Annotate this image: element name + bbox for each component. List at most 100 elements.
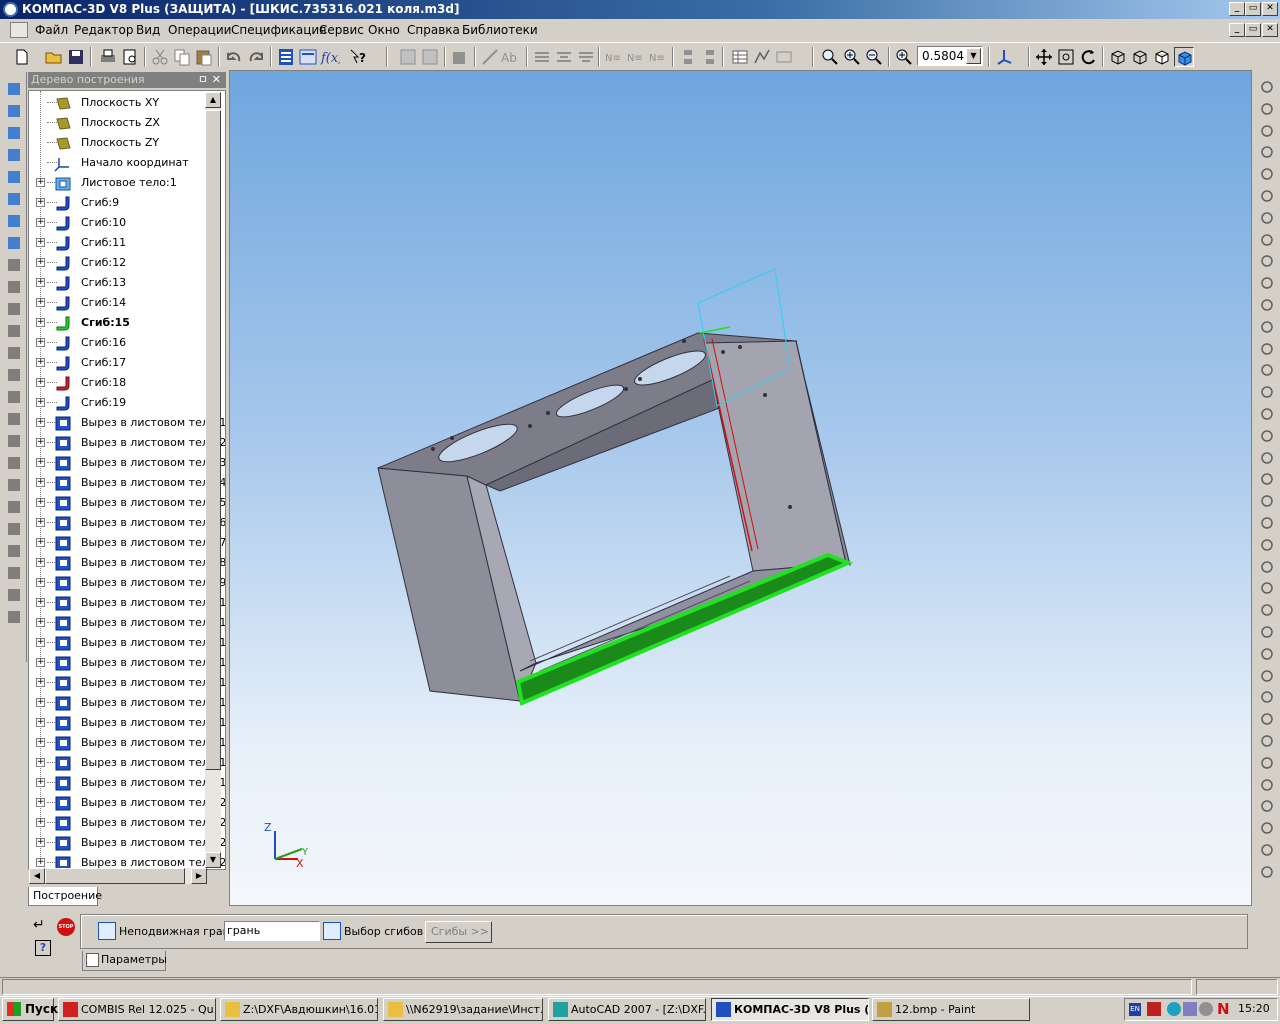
rebuild-disabled-icon[interactable] <box>450 47 470 67</box>
menu-service[interactable]: Сервис <box>319 23 364 37</box>
tree-item[interactable]: + Вырез в листовом теле:2 <box>29 793 225 813</box>
expand-icon[interactable]: + <box>36 178 45 187</box>
n-icon[interactable]: N <box>1217 1000 1231 1018</box>
polygon-icon[interactable] <box>1257 274 1277 292</box>
tree-item[interactable]: + Вырез в листовом теле:1 <box>29 593 225 613</box>
filter-icon[interactable] <box>4 168 24 186</box>
start-button[interactable]: Пуск <box>2 998 58 1021</box>
tree-item[interactable]: + Вырез в листовом теле:5 <box>29 493 225 513</box>
rotate-tool-icon[interactable] <box>1257 776 1277 794</box>
flange-icon[interactable] <box>4 564 24 582</box>
tree-item[interactable]: + Вырез в листовом теле:1 <box>29 613 225 633</box>
align-disabled-icon[interactable] <box>532 47 552 67</box>
numbering2-icon[interactable]: N≡ <box>626 47 646 67</box>
variables-fx-icon[interactable]: f(x) <box>320 47 343 67</box>
polyline-icon[interactable] <box>1257 231 1277 249</box>
point-icon[interactable] <box>1257 78 1277 96</box>
expand-icon[interactable]: + <box>36 198 45 207</box>
expand-icon[interactable]: + <box>36 358 45 367</box>
wireframe-icon[interactable] <box>1108 47 1128 67</box>
expand-icon[interactable]: + <box>36 638 45 647</box>
spec-icon[interactable] <box>4 190 24 208</box>
expand-icon[interactable]: + <box>36 258 45 267</box>
line-icon[interactable] <box>1257 122 1277 140</box>
tree-item[interactable]: Плоскость ZY <box>29 133 209 153</box>
zoom-scale-icon[interactable] <box>894 47 914 67</box>
taskbar-item[interactable]: КОМПАС-3D V8 Plus (... <box>711 998 869 1021</box>
tree-item[interactable]: + Сгиб:9 <box>29 193 209 213</box>
hscroll-thumb[interactable] <box>45 868 185 884</box>
base-icon[interactable] <box>1257 558 1277 576</box>
tab-construction[interactable]: Построение <box>28 887 102 906</box>
extrude-icon[interactable] <box>4 256 24 274</box>
scroll-right-icon[interactable]: ▶ <box>191 868 207 884</box>
taskbar-item[interactable]: AutoCAD 2007 - [Z:\DXF... <box>548 998 706 1021</box>
rotate-op-icon[interactable] <box>4 278 24 296</box>
tree-item[interactable]: + Сгиб:17 <box>29 353 209 373</box>
offset-icon[interactable] <box>1257 340 1277 358</box>
angle-dim-icon[interactable] <box>1257 405 1277 423</box>
chamfer-icon[interactable] <box>4 388 24 406</box>
fillet-icon[interactable] <box>4 410 24 428</box>
measure-icon[interactable] <box>4 146 24 164</box>
doc-close-button[interactable]: ✕ <box>1262 23 1278 37</box>
expand-icon[interactable]: + <box>36 558 45 567</box>
menu-help[interactable]: Справка <box>407 23 460 37</box>
expand-icon[interactable]: + <box>36 218 45 227</box>
scroll-down-icon[interactable]: ▼ <box>205 852 221 868</box>
document-icon[interactable] <box>10 22 28 38</box>
ellipse-icon[interactable] <box>1257 187 1277 205</box>
expand-icon[interactable]: + <box>36 538 45 547</box>
expand-icon[interactable]: + <box>36 598 45 607</box>
tree-item[interactable]: + Вырез в листовом теле:8 <box>29 553 225 573</box>
doc-minimize-button[interactable]: _ <box>1229 23 1245 37</box>
taskbar-item[interactable]: Z:\DXF\Авдюшкин\16.01 <box>220 998 378 1021</box>
tree-item[interactable]: Начало координат <box>29 153 209 173</box>
expand-icon[interactable]: + <box>36 378 45 387</box>
shell-icon[interactable] <box>4 366 24 384</box>
menu-view[interactable]: Вид <box>136 23 160 37</box>
expand-icon[interactable]: + <box>36 418 45 427</box>
scroll-thumb[interactable] <box>205 110 221 770</box>
expand-icon[interactable]: + <box>36 518 45 527</box>
numbering3-icon[interactable]: N≡ <box>648 47 668 67</box>
expand-icon[interactable]: + <box>36 438 45 447</box>
expand-icon[interactable]: + <box>36 618 45 627</box>
language-indicator[interactable]: EN <box>1129 1003 1141 1016</box>
tree-item[interactable]: + Вырез в листовом теле:1 <box>29 693 225 713</box>
tree-item[interactable]: + Вырез в листовом теле:2 <box>29 433 225 453</box>
kompas-app-icon[interactable] <box>3 2 18 17</box>
spline-icon[interactable] <box>1257 209 1277 227</box>
expand-icon[interactable]: + <box>36 238 45 247</box>
doc-restore-button[interactable]: ▭ <box>1245 23 1261 37</box>
print-icon[interactable] <box>98 47 118 67</box>
fix-icon[interactable] <box>1257 688 1277 706</box>
cut-icon[interactable] <box>150 47 170 67</box>
diameter-dim-icon[interactable] <box>1257 449 1277 467</box>
tree-item[interactable]: Плоскость XY <box>29 93 209 113</box>
3d-viewport[interactable]: Z Y X <box>229 70 1252 906</box>
loft-icon[interactable] <box>4 322 24 340</box>
part-icon[interactable] <box>4 80 24 98</box>
tree-item[interactable]: + Вырез в листовом теле:1 <box>29 633 225 653</box>
circle-icon[interactable] <box>1257 143 1277 161</box>
expand-icon[interactable]: + <box>36 318 45 327</box>
expand-icon[interactable]: + <box>36 658 45 667</box>
roughness-icon[interactable] <box>1257 536 1277 554</box>
table-op-icon[interactable] <box>1257 492 1277 510</box>
zoom-dropdown-icon[interactable]: ▼ <box>966 48 981 64</box>
expand-icon[interactable]: + <box>36 678 45 687</box>
unbend-icon[interactable] <box>4 608 24 626</box>
bend-select-icon[interactable] <box>323 922 341 940</box>
plate-icon[interactable] <box>4 520 24 538</box>
taskbar-item[interactable]: \\N62919\задание\Инст... <box>383 998 543 1021</box>
save-icon[interactable] <box>66 47 86 67</box>
expand-icon[interactable]: + <box>36 858 45 867</box>
tree-item[interactable]: + Вырез в листовом теле:1 <box>29 653 225 673</box>
tree-item[interactable]: Плоскость ZX <box>29 113 209 133</box>
sheet-active-icon[interactable] <box>4 234 24 252</box>
help-pointer-icon[interactable]: ? <box>348 47 368 67</box>
mark-icon[interactable] <box>1257 645 1277 663</box>
text-ab-icon[interactable]: Ab <box>500 47 520 67</box>
expand-icon[interactable]: + <box>36 818 45 827</box>
